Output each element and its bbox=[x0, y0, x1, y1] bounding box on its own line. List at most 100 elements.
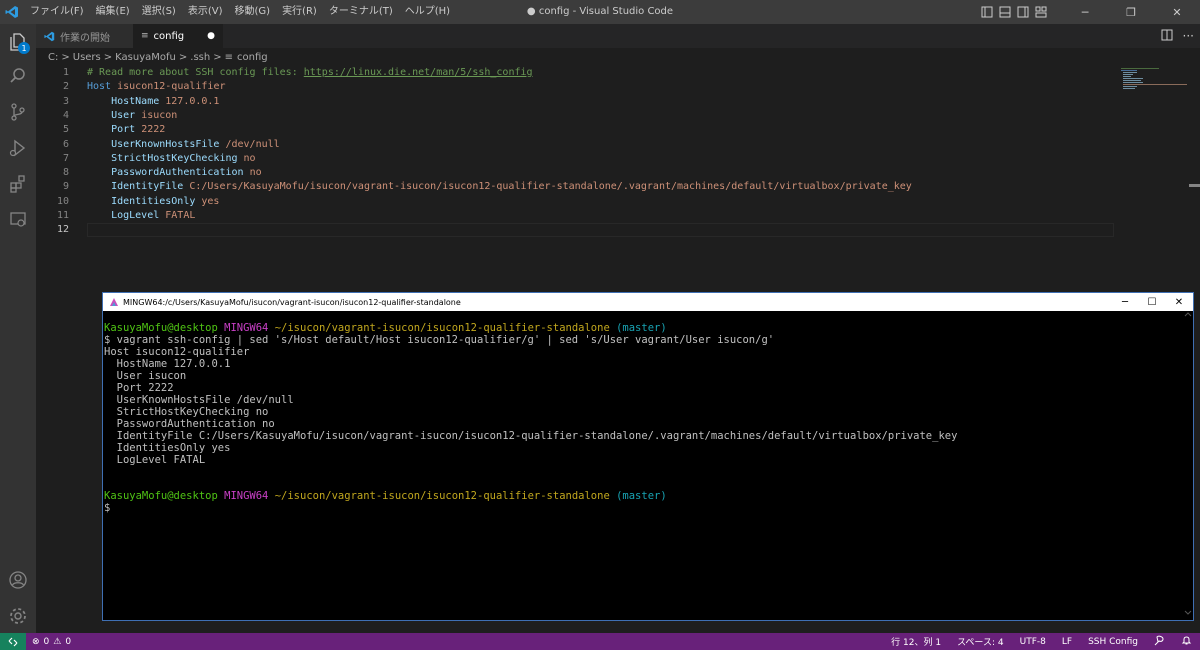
breadcrumb-file[interactable]: config bbox=[237, 52, 268, 63]
terminal-token: IdentityFile C:/Users/KasuyaMofu/isucon/… bbox=[104, 430, 958, 442]
code-token: no bbox=[237, 152, 256, 164]
terminal-token: PasswordAuthentication no bbox=[104, 418, 275, 430]
account-icon[interactable] bbox=[0, 562, 36, 598]
code-line[interactable]: 5 Port 2222 bbox=[36, 123, 1114, 137]
encoding[interactable]: UTF-8 bbox=[1012, 637, 1054, 647]
terminal-line: UserKnownHostsFile /dev/null bbox=[104, 394, 294, 406]
current-line-highlight bbox=[87, 223, 1114, 238]
line-number: 6 bbox=[62, 138, 69, 150]
code-token: HostName bbox=[87, 95, 160, 107]
breadcrumb-separator: > bbox=[178, 51, 188, 63]
terminal-token: ~/isucon/vagrant-isucon/isucon12-qualifi… bbox=[274, 322, 610, 334]
terminal-token: LogLevel FATAL bbox=[104, 454, 206, 466]
terminal-token: Port 2222 bbox=[104, 382, 174, 394]
terminal-token: KasuyaMofu@desktop bbox=[104, 490, 218, 502]
code-line[interactable]: 11 LogLevel FATAL bbox=[36, 209, 1114, 223]
terminal-token: KasuyaMofu@desktop bbox=[104, 322, 218, 334]
minimap[interactable] bbox=[1118, 66, 1188, 96]
menu-terminal[interactable]: ターミナル(T) bbox=[323, 0, 399, 24]
menu-go[interactable]: 移動(G) bbox=[229, 0, 277, 24]
terminal-maximize-button[interactable]: ☐ bbox=[1140, 293, 1164, 311]
code-line[interactable]: 4 User isucon bbox=[36, 109, 1114, 123]
terminal-output[interactable]: KasuyaMofu@desktop MINGW64 ~/isucon/vagr… bbox=[103, 311, 1183, 620]
code-token: no bbox=[243, 167, 262, 179]
code-line[interactable]: 1 # Read more about SSH config files: htt… bbox=[36, 66, 1114, 80]
tab-welcome[interactable]: 作業の開始 bbox=[36, 24, 133, 48]
feedback-icon[interactable] bbox=[1146, 635, 1173, 649]
code-line[interactable]: 12 bbox=[36, 223, 1114, 238]
toggle-sidebar-icon[interactable] bbox=[978, 0, 996, 24]
menu-edit[interactable]: 編集(E) bbox=[90, 0, 136, 24]
source-control-icon[interactable] bbox=[0, 94, 36, 130]
extensions-icon[interactable] bbox=[0, 166, 36, 202]
code-line[interactable]: 2 Host isucon12-qualifier bbox=[36, 80, 1114, 94]
minimize-button[interactable]: ─ bbox=[1062, 0, 1108, 24]
code-token: User bbox=[87, 109, 136, 121]
notifications-icon[interactable] bbox=[1173, 635, 1200, 649]
terminal-minimize-button[interactable]: ─ bbox=[1113, 293, 1137, 311]
split-editor-icon[interactable] bbox=[1161, 29, 1173, 44]
terminal-close-button[interactable]: ✕ bbox=[1167, 293, 1191, 311]
indentation[interactable]: スペース: 4 bbox=[949, 635, 1012, 648]
line-number: 7 bbox=[62, 152, 69, 164]
code-link[interactable]: https://linux.die.net/man/5/ssh_config bbox=[304, 67, 533, 78]
end-of-line[interactable]: LF bbox=[1054, 637, 1080, 647]
restore-button[interactable]: ❐ bbox=[1108, 0, 1154, 24]
code-line[interactable]: 10 IdentitiesOnly yes bbox=[36, 195, 1114, 209]
tab-label: 作業の開始 bbox=[60, 32, 110, 44]
terminal-scrollbar[interactable] bbox=[1183, 311, 1193, 620]
code-token: IdentityFile bbox=[87, 181, 184, 193]
breadcrumb-drive[interactable]: C: bbox=[48, 52, 58, 63]
code-token: yes bbox=[195, 195, 220, 207]
breadcrumb: C: > Users > KasuyaMofu > .ssh > ≡ confi… bbox=[36, 48, 1200, 66]
activity-bar: 1 bbox=[0, 24, 36, 633]
cursor-position[interactable]: 行 12、列 1 bbox=[883, 635, 949, 648]
code-line[interactable]: 3 HostName 127.0.0.1 bbox=[36, 95, 1114, 109]
remote-explorer-icon[interactable] bbox=[0, 202, 36, 238]
terminal-title-bar[interactable]: MINGW64:/c/Users/KasuyaMofu/isucon/vagra… bbox=[103, 293, 1193, 311]
code-line[interactable]: 8 PasswordAuthentication no bbox=[36, 166, 1114, 180]
menu-selection[interactable]: 選択(S) bbox=[136, 0, 182, 24]
terminal-token: (master) bbox=[616, 322, 667, 334]
title-bar: ファイル(F) 編集(E) 選択(S) 表示(V) 移動(G) 実行(R) ター… bbox=[0, 0, 1200, 24]
search-icon[interactable] bbox=[0, 58, 36, 94]
toggle-secondary-sidebar-icon[interactable] bbox=[1014, 0, 1032, 24]
breadcrumb-ssh[interactable]: .ssh bbox=[190, 52, 210, 63]
menu-help[interactable]: ヘルプ(H) bbox=[399, 0, 456, 24]
menu-file[interactable]: ファイル(F) bbox=[24, 0, 90, 24]
line-text: LogLevel FATAL bbox=[87, 209, 195, 223]
line-number: 3 bbox=[62, 95, 69, 107]
line-text: User isucon bbox=[87, 109, 177, 123]
tab-label: config bbox=[153, 30, 185, 42]
unsaved-dot-icon[interactable]: ● bbox=[207, 31, 215, 41]
language-mode[interactable]: SSH Config bbox=[1080, 637, 1146, 647]
terminal-line: HostName 127.0.0.1 bbox=[104, 358, 231, 370]
toggle-panel-icon[interactable] bbox=[996, 0, 1014, 24]
terminal-window[interactable]: MINGW64:/c/Users/KasuyaMofu/isucon/vagra… bbox=[102, 292, 1194, 621]
terminal-token: IdentitiesOnly yes bbox=[104, 442, 231, 454]
run-debug-icon[interactable] bbox=[0, 130, 36, 166]
breadcrumb-user[interactable]: KasuyaMofu bbox=[115, 52, 176, 63]
code-token: 2222 bbox=[135, 124, 166, 136]
code-token: LogLevel bbox=[87, 210, 160, 221]
menu-run[interactable]: 実行(R) bbox=[276, 0, 323, 24]
menu-bar: ファイル(F) 編集(E) 選択(S) 表示(V) 移動(G) 実行(R) ター… bbox=[24, 0, 456, 24]
more-actions-icon[interactable]: ··· bbox=[1183, 29, 1194, 43]
problems-indicator[interactable]: ⊗ 0 ⚠ 0 bbox=[26, 637, 71, 647]
menu-view[interactable]: 表示(V) bbox=[182, 0, 229, 24]
line-text: IdentitiesOnly yes bbox=[87, 195, 219, 209]
warning-count: 0 bbox=[65, 636, 72, 647]
settings-gear-icon[interactable] bbox=[0, 598, 36, 634]
code-line[interactable]: 9 IdentityFile C:/Users/KasuyaMofu/isuco… bbox=[36, 180, 1114, 194]
explorer-icon[interactable]: 1 bbox=[0, 24, 36, 60]
breadcrumb-users[interactable]: Users bbox=[73, 52, 101, 63]
close-button[interactable]: ✕ bbox=[1154, 0, 1200, 24]
code-line[interactable]: 7 StrictHostKeyChecking no bbox=[36, 152, 1114, 166]
code-token: /dev/null bbox=[219, 138, 280, 150]
tab-config[interactable]: ≡ config ● bbox=[133, 24, 223, 48]
code-token: FATAL bbox=[159, 210, 196, 221]
remote-indicator-icon[interactable] bbox=[0, 633, 26, 650]
terminal-token: User isucon bbox=[104, 370, 187, 382]
customize-layout-icon[interactable] bbox=[1032, 0, 1050, 24]
code-line[interactable]: 6 UserKnownHostsFile /dev/null bbox=[36, 138, 1114, 152]
